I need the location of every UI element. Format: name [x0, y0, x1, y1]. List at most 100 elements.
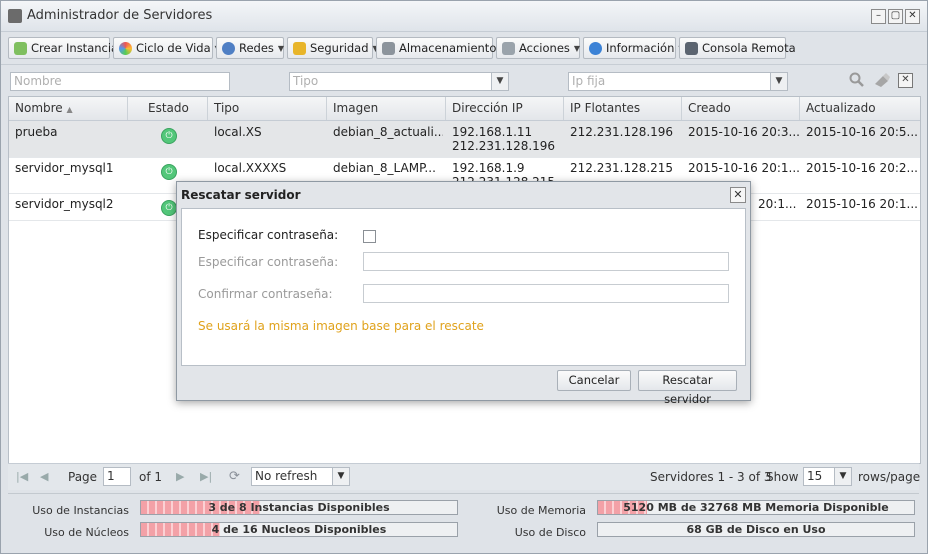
memory-usage-bar: 5120 MB de 32768 MB Memoria Disponible	[597, 500, 915, 515]
page-size-value: 15	[807, 469, 823, 483]
row-ip-secondary: 212.231.128.196	[452, 139, 556, 153]
storage-icon	[382, 41, 395, 55]
grid-header: Nombre ▲ Estado Tipo Imagen Dirección IP…	[9, 97, 920, 121]
first-page-icon[interactable]: |◀	[16, 470, 28, 483]
column-header-type[interactable]: Tipo	[208, 97, 327, 120]
console-icon	[685, 41, 698, 55]
row-created: 20:1...	[758, 197, 797, 211]
row-name: prueba	[15, 125, 58, 139]
search-icon[interactable]	[849, 72, 865, 88]
results-summary: Servidores 1 - 3 of 3	[650, 470, 772, 484]
chevron-down-icon: ▼	[573, 43, 581, 53]
row-image: debian_8_LAMP...	[333, 161, 436, 175]
disk-usage-label: Uso de Disco	[514, 526, 586, 539]
dialog-body: Especificar contraseña: Especificar cont…	[181, 208, 746, 366]
lifecycle-icon	[119, 41, 132, 55]
last-page-icon[interactable]: ▶|	[200, 470, 212, 483]
chevron-down-icon: ▼	[834, 468, 851, 485]
actions-menu-button[interactable]: Acciones ▼	[496, 37, 580, 59]
security-label: Seguridad	[310, 41, 369, 55]
storage-label: Almacenamiento	[399, 41, 497, 55]
information-label: Información	[606, 41, 675, 55]
close-window-button[interactable]: ✕	[905, 9, 920, 24]
row-floating-ip: 212.231.128.215	[570, 161, 674, 175]
column-header-status[interactable]: Estado	[128, 97, 208, 120]
column-header-created[interactable]: Creado	[682, 97, 800, 120]
dialog-title: Rescatar servidor	[181, 188, 301, 202]
type-filter-select[interactable]: Tipo ▼	[289, 72, 509, 91]
confirm-password-label: Confirmar contraseña:	[198, 287, 333, 301]
row-updated: 2015-10-16 20:5...	[806, 125, 918, 139]
ip-filter-placeholder: Ip fija	[572, 74, 606, 88]
disk-usage-bar: 68 GB de Disco en Uso	[597, 522, 915, 537]
power-on-icon: ⏻	[161, 200, 177, 216]
usage-panel: Uso de Instancias 3 de 8 Instancias Disp…	[8, 493, 919, 548]
page-size-select[interactable]: 15 ▼	[803, 467, 852, 486]
disk-usage-text: 68 GB de Disco en Uso	[686, 523, 826, 536]
create-instance-button[interactable]: Crear Instancia	[8, 37, 118, 59]
cores-usage-text: 4 de 16 Nucleos Disponibles	[211, 523, 387, 536]
password-field[interactable]	[363, 252, 729, 271]
lifecycle-menu-button[interactable]: Ciclo de Vida▼	[113, 37, 221, 59]
column-header-image[interactable]: Imagen	[327, 97, 446, 120]
instances-usage-bar: 3 de 8 Instancias Disponibles	[140, 500, 458, 515]
auto-refresh-value: No refresh	[255, 469, 318, 483]
info-icon	[589, 41, 602, 55]
instances-usage-label: Uso de Instancias	[32, 504, 129, 517]
rescue-server-button[interactable]: Rescatar servidor	[638, 370, 737, 406]
security-menu-button[interactable]: Seguridad▼	[287, 37, 379, 59]
page-label: Page	[68, 470, 98, 484]
title-bar: Administrador de Servidores – ▢ ✕	[1, 1, 927, 32]
create-instance-label: Crear Instancia	[31, 41, 119, 55]
row-type: local.XS	[214, 125, 262, 139]
power-on-icon: ⏻	[161, 164, 177, 180]
row-created: 2015-10-16 20:3...	[688, 125, 800, 139]
close-filter-icon[interactable]: ✕	[898, 73, 913, 88]
column-header-name[interactable]: Nombre ▲	[9, 97, 128, 120]
dialog-close-button[interactable]: ✕	[730, 187, 746, 203]
pagination-bar: |◀ ◀ Page 1 of 1 ▶ ▶| ⟳ No refresh ▼ Ser…	[8, 463, 920, 490]
lock-icon	[293, 41, 306, 55]
specify-password-toggle-label: Especificar contraseña:	[198, 228, 339, 242]
confirm-password-field[interactable]	[363, 284, 729, 303]
memory-usage-label: Uso de Memoria	[496, 504, 586, 517]
globe-icon	[222, 41, 235, 55]
name-filter-input[interactable]: Nombre	[10, 72, 230, 91]
memory-usage-text: 5120 MB de 32768 MB Memoria Disponible	[623, 501, 889, 514]
clear-filter-icon[interactable]	[873, 72, 891, 88]
type-filter-placeholder: Tipo	[293, 74, 319, 88]
refresh-icon[interactable]: ⟳	[229, 469, 240, 484]
row-ip: 192.168.1.9	[452, 161, 525, 175]
ip-filter-select[interactable]: Ip fija ▼	[568, 72, 788, 91]
table-row[interactable]: prueba ⏻ local.XS debian_8_actuali... 19…	[9, 121, 920, 158]
auto-refresh-select[interactable]: No refresh ▼	[251, 467, 350, 486]
actions-label: Acciones	[519, 41, 570, 55]
sort-asc-icon: ▲	[66, 105, 73, 114]
app-icon	[8, 9, 22, 23]
row-updated: 2015-10-16 20:1...	[806, 197, 918, 211]
information-menu-button[interactable]: Información▼	[583, 37, 685, 59]
tools-icon	[502, 41, 515, 55]
cancel-button[interactable]: Cancelar	[557, 370, 631, 391]
next-page-icon[interactable]: ▶	[176, 470, 184, 483]
maximize-button[interactable]: ▢	[888, 9, 903, 24]
rescue-note: Se usará la misma imagen base para el re…	[198, 319, 484, 333]
row-name: servidor_mysql2	[15, 197, 114, 211]
dialog-footer: Cancelar Rescatar servidor	[181, 365, 744, 406]
storage-menu-button[interactable]: Almacenamiento▼	[376, 37, 507, 59]
column-header-floating-ip[interactable]: IP Flotantes	[564, 97, 682, 120]
minimize-button[interactable]: –	[871, 9, 886, 24]
remote-console-button[interactable]: Consola Remota	[679, 37, 796, 59]
column-header-ip[interactable]: Dirección IP	[446, 97, 564, 120]
row-name: servidor_mysql1	[15, 161, 114, 175]
networks-label: Redes	[239, 41, 274, 55]
column-header-updated[interactable]: Actualizado	[800, 97, 920, 120]
row-floating-ip: 212.231.128.196	[570, 125, 674, 139]
networks-menu-button[interactable]: Redes ▼	[216, 37, 284, 59]
chevron-down-icon: ▼	[332, 468, 349, 485]
specify-password-checkbox[interactable]	[363, 230, 376, 243]
previous-page-icon[interactable]: ◀	[40, 470, 48, 483]
page-number-input[interactable]: 1	[103, 467, 131, 486]
chevron-down-icon: ▼	[277, 43, 285, 53]
page-count-label: of 1	[139, 470, 163, 484]
